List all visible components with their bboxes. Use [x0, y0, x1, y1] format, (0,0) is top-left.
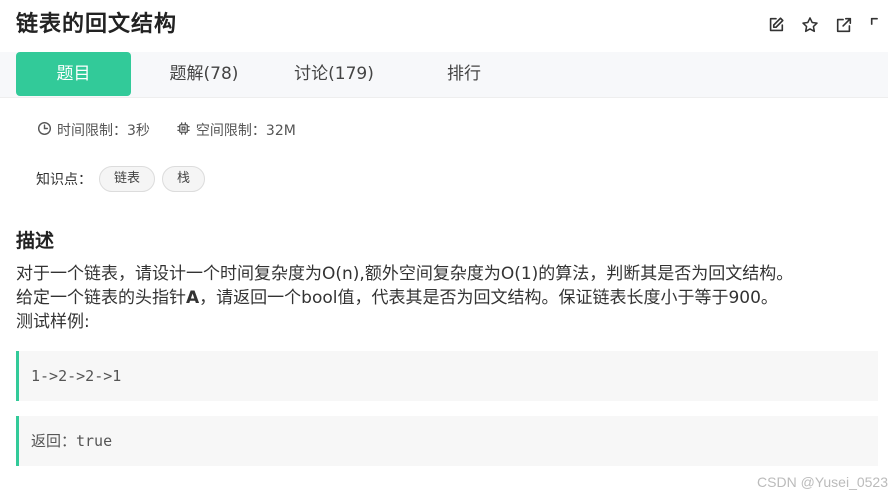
memory-limit: 空间限制：32M — [176, 120, 296, 140]
share-icon[interactable] — [834, 15, 854, 35]
knowledge-label: 知识点： — [36, 172, 92, 188]
tab-solutions[interactable]: 题解(78) — [152, 52, 256, 96]
description-line-2: 给定一个链表的头指针A，请返回一个bool值，代表其是否为回文结构。保证链表长度… — [16, 286, 876, 310]
tab-problem[interactable]: 题目 — [16, 52, 131, 96]
example-input: 1->2->2->1 — [16, 351, 878, 401]
edit-icon[interactable] — [766, 15, 786, 35]
description-line-2-prefix: 给定一个链表的头指针 — [16, 288, 186, 308]
tab-discussion[interactable]: 讨论(179) — [280, 52, 388, 96]
tag-stack[interactable]: 栈 — [162, 166, 206, 192]
tab-bar: 题目 题解(78) 讨论(179) 排行 — [0, 52, 888, 98]
tag-linked-list[interactable]: 链表 — [99, 166, 156, 192]
chip-icon — [176, 121, 191, 140]
example-output: 返回：true — [16, 416, 878, 466]
problem-page: 链表的回文结构 题目 题解(78) 讨论(179) 排行 时间限制：3秒 空间限… — [0, 0, 888, 496]
description-heading: 描述 — [16, 230, 55, 252]
description-line-2-bold: A — [186, 288, 200, 308]
limits-row: 时间限制：3秒 空间限制：32M — [37, 120, 322, 140]
description-body: 对于一个链表，请设计一个时间复杂度为O(n),额外空间复杂度为O(1)的算法，判… — [16, 262, 876, 334]
watermark: CSDN @Yusei_0523 — [757, 474, 888, 490]
tab-ranking[interactable]: 排行 — [420, 52, 508, 96]
time-limit-text: 时间限制：3秒 — [57, 123, 150, 139]
time-limit: 时间限制：3秒 — [37, 120, 150, 140]
memory-limit-text: 空间限制：32M — [195, 123, 296, 139]
clock-icon — [37, 121, 52, 140]
header-actions — [766, 14, 888, 36]
knowledge-points: 知识点： 链表 栈 — [36, 165, 206, 193]
description-line-1: 对于一个链表，请设计一个时间复杂度为O(n),额外空间复杂度为O(1)的算法，判… — [16, 264, 794, 284]
description-line-2-suffix: ，请返回一个bool值，代表其是否为回文结构。保证链表长度小于等于900。 — [199, 288, 778, 308]
fullscreen-icon[interactable] — [868, 15, 888, 35]
problem-title: 链表的回文结构 — [16, 12, 178, 37]
problem-header: 链表的回文结构 — [0, 0, 888, 52]
description-line-3: 测试样例: — [16, 312, 90, 332]
star-icon[interactable] — [800, 15, 820, 35]
